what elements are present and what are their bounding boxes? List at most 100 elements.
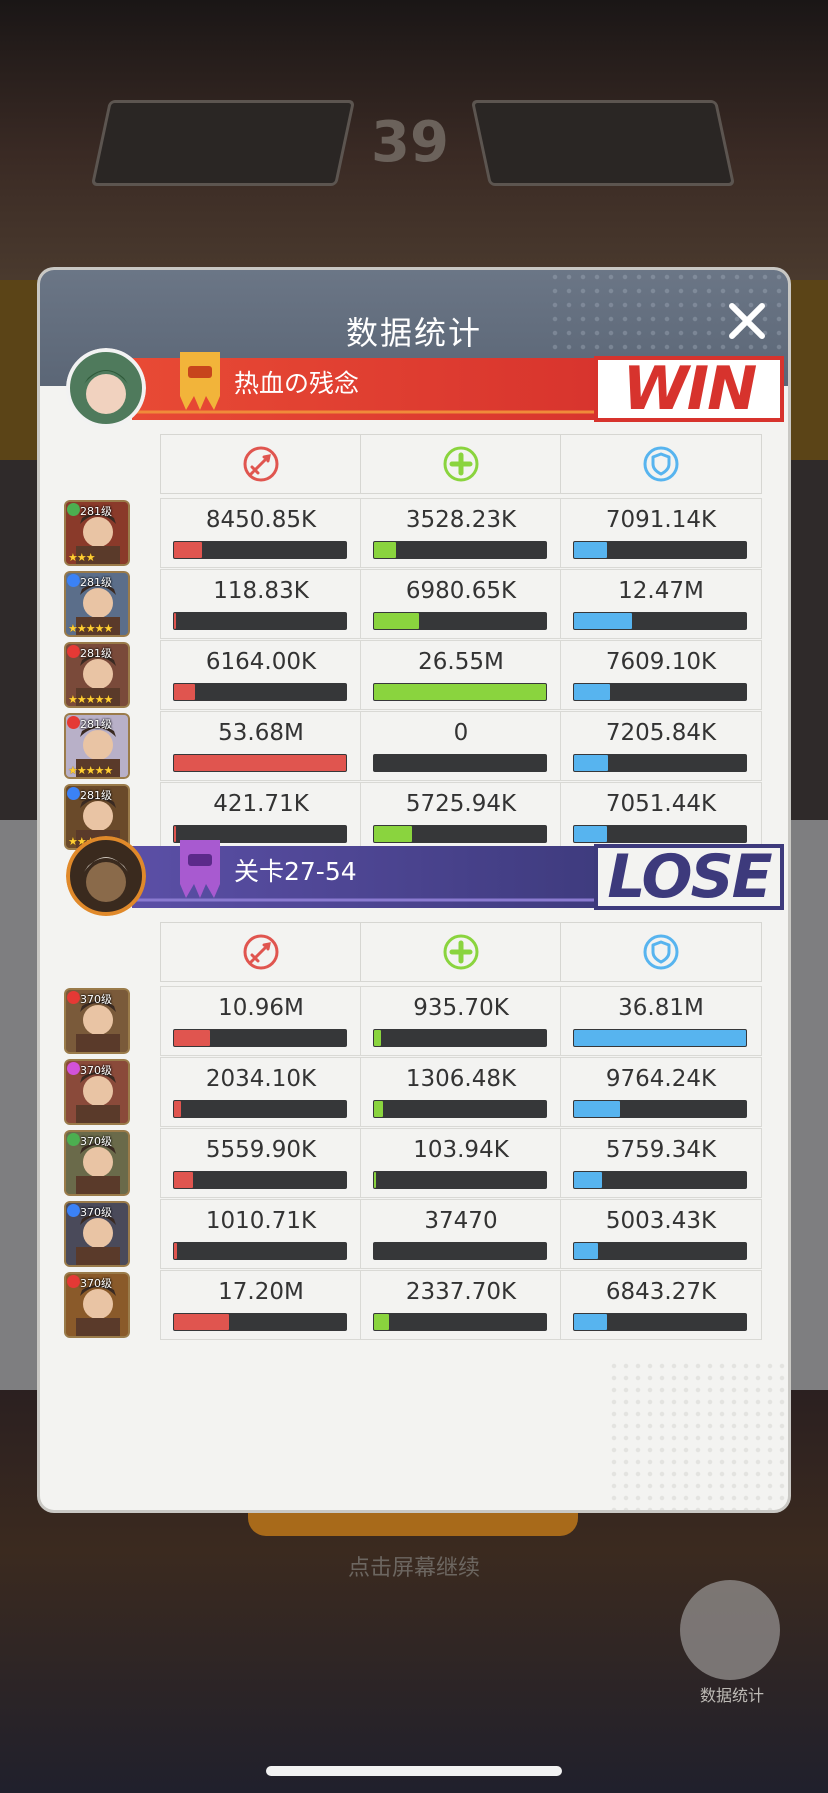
heal-bar: [373, 1313, 547, 1331]
hero-stars: ★★★★★: [68, 622, 113, 635]
element-icon: [67, 991, 80, 1004]
hero-portrait[interactable]: 281级 ★★★★★: [66, 644, 128, 706]
defense-bar: [573, 1242, 747, 1260]
heal-cell: 3528.23K: [360, 498, 562, 568]
defense-bar-fill: [574, 1314, 607, 1330]
defense-cell: 6843.27K: [560, 1270, 762, 1340]
damage-bar: [173, 754, 347, 772]
hero-stat-row: 370级 1010.71K 37470 5003.43K: [66, 1199, 766, 1269]
result-text: WIN: [622, 354, 758, 424]
defense-value: 7091.14K: [605, 507, 717, 533]
hero-portrait[interactable]: 370级: [66, 990, 128, 1052]
heal-cell: 1306.48K: [360, 1057, 562, 1127]
defense-bar-fill: [574, 1243, 598, 1259]
heal-value: 3528.23K: [405, 507, 517, 533]
damage-value: 17.20M: [218, 1279, 304, 1305]
heal-value: 5725.94K: [405, 791, 517, 817]
damage-bar-fill: [174, 542, 202, 558]
team-flag-icon: [180, 352, 220, 410]
heal-bar: [373, 541, 547, 559]
result-text: LOSE: [607, 842, 772, 912]
shield-icon: [560, 922, 762, 982]
defense-bar: [573, 683, 747, 701]
hero-portrait[interactable]: 281级 ★★★★★: [66, 715, 128, 777]
defense-bar: [573, 1313, 747, 1331]
sword-icon: [160, 922, 362, 982]
element-icon: [67, 716, 80, 729]
defense-bar-fill: [574, 613, 632, 629]
close-button[interactable]: [720, 294, 774, 348]
defense-cell: 36.81M: [560, 986, 762, 1056]
stats-button[interactable]: [680, 1580, 780, 1680]
damage-cell: 8450.85K: [160, 498, 362, 568]
hero-portrait[interactable]: 370级: [66, 1274, 128, 1336]
round-counter: 39: [371, 110, 449, 175]
stat-column-headers: [66, 434, 766, 494]
heal-bar-fill: [374, 1101, 383, 1117]
plus-icon: [360, 434, 562, 494]
hero-stars: ★★★★★: [68, 764, 113, 777]
hero-portrait[interactable]: 370级: [66, 1061, 128, 1123]
defense-value: 6843.27K: [605, 1279, 717, 1305]
element-icon: [67, 503, 80, 516]
hero-stat-row: 281级 ★★★★★ 6164.00K 26.55M 7609.10K: [66, 640, 766, 710]
hero-level: 281级: [80, 505, 112, 518]
hero-level: 370级: [80, 1277, 112, 1290]
heal-bar-fill: [374, 613, 419, 629]
defense-value: 12.47M: [618, 578, 704, 604]
hero-stat-row: 281级 ★★★★★ 53.68M 0 7205.84K: [66, 711, 766, 781]
heal-value: 6980.65K: [405, 578, 517, 604]
lose-badge: LOSE: [594, 844, 784, 910]
heal-cell: 935.70K: [360, 986, 562, 1056]
damage-bar-fill: [174, 613, 176, 629]
damage-value: 6164.00K: [205, 649, 317, 675]
defense-bar: [573, 754, 747, 772]
sword-icon: [160, 434, 362, 494]
hero-portrait[interactable]: 281级 ★★★★★: [66, 573, 128, 635]
element-icon: [67, 1275, 80, 1288]
defense-value: 5759.34K: [605, 1137, 717, 1163]
damage-bar-fill: [174, 1101, 181, 1117]
heal-cell: 37470: [360, 1199, 562, 1269]
hero-level: 281级: [80, 789, 112, 802]
hero-stat-row: 281级 ★★★★★ 118.83K 6980.65K 12.47M: [66, 569, 766, 639]
hero-portrait[interactable]: 370级: [66, 1132, 128, 1194]
damage-bar: [173, 1313, 347, 1331]
hero-level: 281级: [80, 718, 112, 731]
hero-stat-row: 370级 10.96M 935.70K 36.81M: [66, 986, 766, 1056]
damage-bar-fill: [174, 1314, 229, 1330]
defense-bar: [573, 1171, 747, 1189]
defense-value: 5003.43K: [605, 1208, 717, 1234]
damage-bar: [173, 1029, 347, 1047]
damage-value: 10.96M: [218, 995, 304, 1021]
defense-cell: 5759.34K: [560, 1128, 762, 1198]
element-icon: [67, 1062, 80, 1075]
stat-column-headers: [66, 922, 766, 982]
damage-bar: [173, 541, 347, 559]
team-name: 关卡27-54: [234, 857, 357, 886]
tap-to-continue-hint[interactable]: 点击屏幕继续: [0, 1550, 828, 1582]
player-team-header: 热血の残念 WIN: [66, 348, 788, 428]
damage-bar: [173, 612, 347, 630]
home-indicator[interactable]: [266, 1766, 562, 1776]
hero-portrait[interactable]: 281级 ★★★: [66, 502, 128, 564]
stats-button-label: 数据统计: [699, 1686, 764, 1705]
damage-value: 421.71K: [213, 791, 309, 817]
team-flag-icon: [180, 840, 220, 898]
heal-value: 2337.70K: [405, 1279, 517, 1305]
damage-bar: [173, 1171, 347, 1189]
right-team-plate: [470, 100, 736, 186]
element-icon: [67, 645, 80, 658]
damage-bar-fill: [174, 1243, 177, 1259]
defense-bar-fill: [574, 684, 610, 700]
hero-portrait[interactable]: 370级: [66, 1203, 128, 1265]
hero-level: 370级: [80, 1206, 112, 1219]
heal-bar: [373, 1100, 547, 1118]
hero-stars: ★★★★★: [68, 693, 113, 706]
defense-bar: [573, 1029, 747, 1047]
element-icon: [67, 787, 80, 800]
heal-value: 0: [453, 720, 469, 746]
hero-level: 281级: [80, 647, 112, 660]
heal-bar: [373, 754, 547, 772]
heal-bar: [373, 1171, 547, 1189]
